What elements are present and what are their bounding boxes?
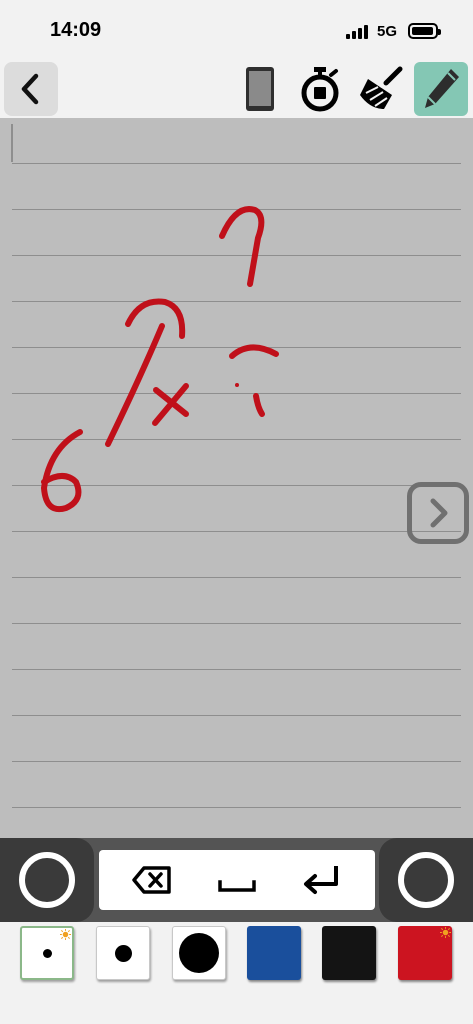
- circle-icon: [398, 852, 454, 908]
- stopwatch-button[interactable]: [293, 62, 347, 116]
- return-button[interactable]: [294, 860, 348, 900]
- selected-indicator-icon: [60, 929, 71, 940]
- right-circle-button[interactable]: [379, 838, 473, 922]
- pen-size-medium[interactable]: [96, 926, 150, 980]
- left-circle-button[interactable]: [0, 838, 94, 922]
- chevron-right-icon: [430, 498, 448, 528]
- input-keybar: [0, 838, 473, 922]
- selected-indicator-icon: [440, 927, 451, 938]
- color-red[interactable]: [398, 926, 452, 980]
- return-icon: [304, 866, 338, 894]
- network-type: 5G: [377, 23, 398, 40]
- space-button[interactable]: [210, 860, 264, 900]
- pen-tool-button[interactable]: [414, 62, 468, 116]
- pen-size-small[interactable]: [20, 926, 74, 980]
- broom-icon: [360, 66, 403, 109]
- status-time: 14:09: [50, 19, 102, 41]
- battery-icon: [408, 23, 441, 39]
- stopwatch-icon: [301, 67, 339, 112]
- back-button[interactable]: [4, 62, 58, 116]
- key-panel: [99, 850, 375, 910]
- space-icon: [218, 880, 256, 892]
- color-black[interactable]: [322, 926, 376, 980]
- circle-icon: [19, 852, 75, 908]
- large-dot-icon: [179, 933, 219, 973]
- backspace-button[interactable]: [125, 860, 179, 900]
- pen-size-large[interactable]: [172, 926, 226, 980]
- toolbar: [0, 58, 473, 118]
- clear-button[interactable]: [353, 62, 407, 116]
- phone-icon: [246, 67, 274, 111]
- medium-dot-icon: [114, 944, 132, 962]
- color-blue[interactable]: [247, 926, 301, 980]
- signal-strength-icon: [346, 25, 372, 39]
- handwriting-strokes: [41, 206, 279, 512]
- backspace-icon: [132, 866, 171, 894]
- chevron-left-icon: [21, 73, 39, 105]
- pen-palette: [0, 922, 473, 1024]
- status-bar: 14:09 5G: [0, 0, 473, 58]
- pencil-icon: [425, 69, 459, 108]
- phone-button[interactable]: [233, 62, 287, 116]
- next-page-button[interactable]: [407, 482, 469, 544]
- small-dot-icon: [42, 948, 52, 958]
- drawing-canvas[interactable]: [0, 118, 473, 838]
